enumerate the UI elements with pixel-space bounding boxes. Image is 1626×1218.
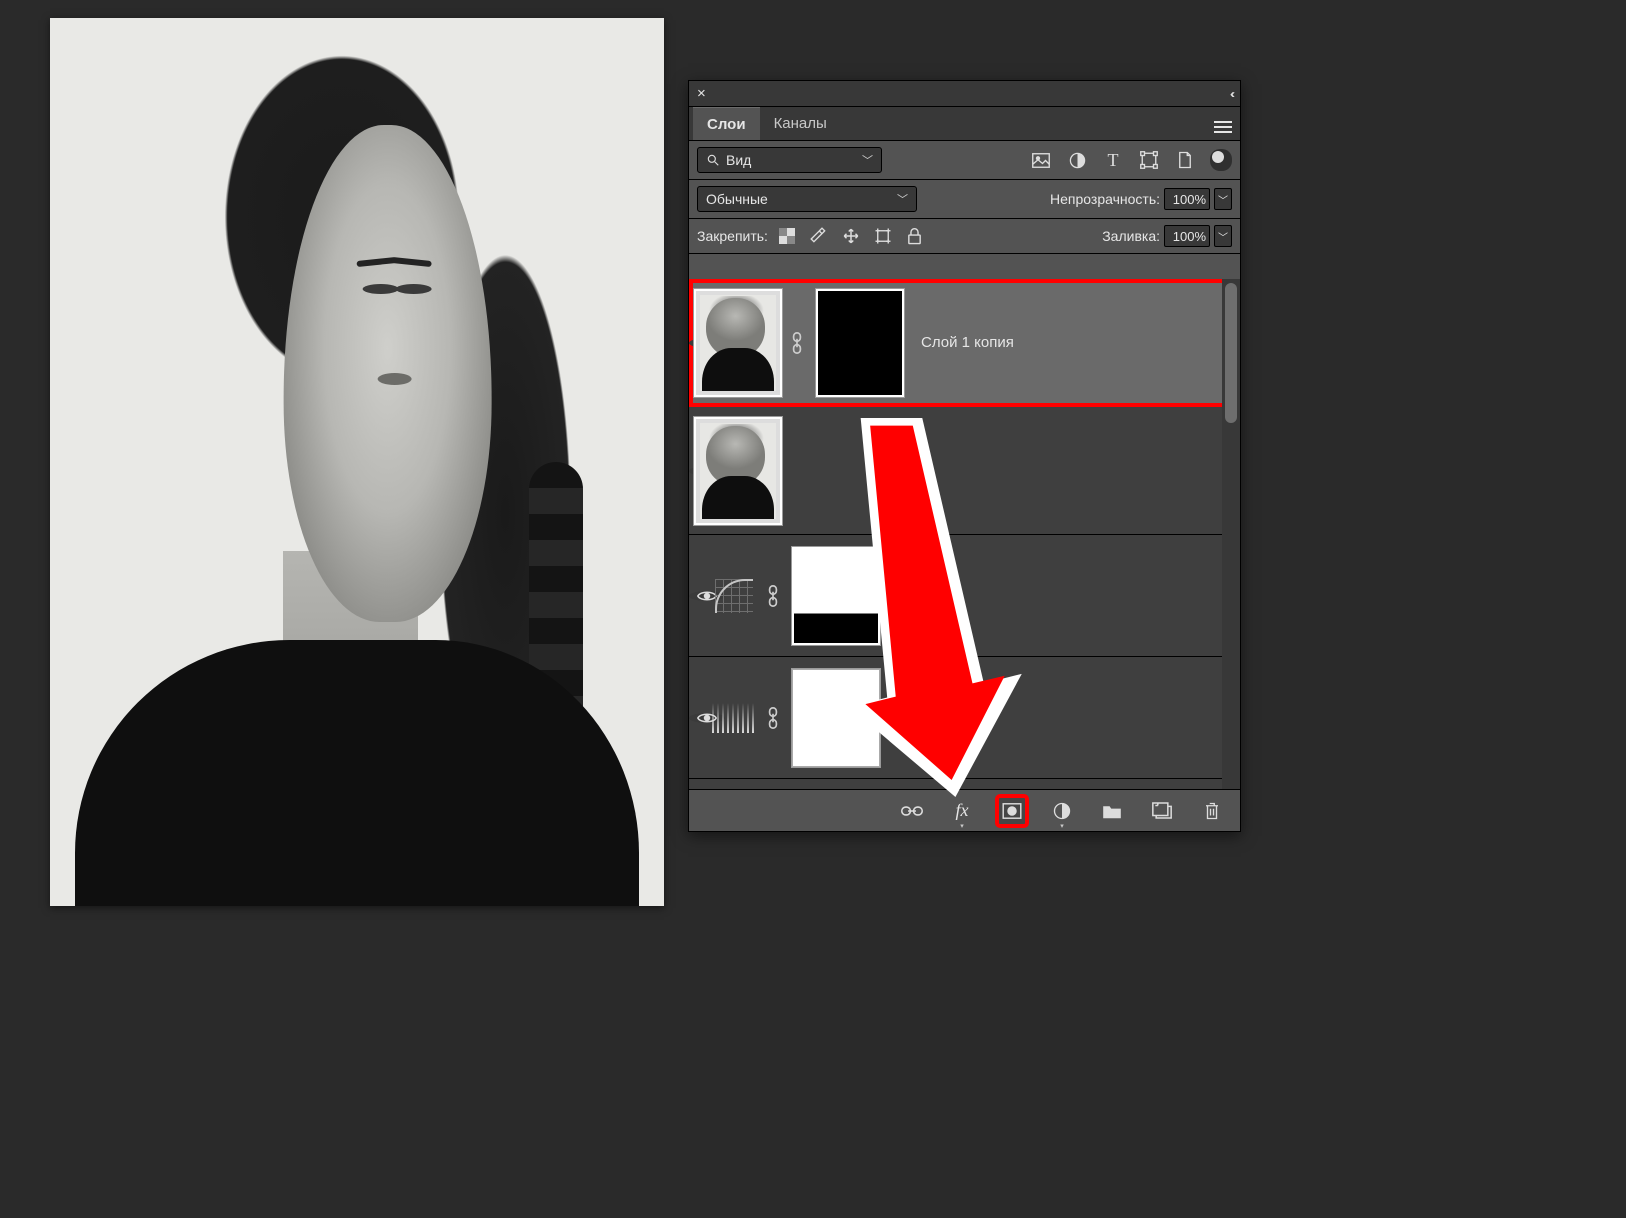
layer-name[interactable]: Слой 1 копия xyxy=(921,334,1014,351)
levels-icon[interactable] xyxy=(709,698,759,738)
layers-panel: × ‹‹ Слои Каналы Вид ﹀ T Обычные ﹀ xyxy=(688,80,1241,832)
layer-thumbnail[interactable] xyxy=(693,416,783,526)
link-icon[interactable] xyxy=(783,332,811,354)
fill-input[interactable] xyxy=(1164,225,1210,247)
link-icon[interactable] xyxy=(759,707,787,729)
scrollbar[interactable] xyxy=(1222,279,1240,789)
curves-icon[interactable] xyxy=(709,576,759,616)
filter-adjust-icon[interactable] xyxy=(1066,149,1088,171)
portrait-placeholder xyxy=(50,18,664,906)
layer-row-adjustment[interactable]: Уровни 1 xyxy=(689,657,1240,779)
opacity-label: Непрозрачность: xyxy=(1050,191,1160,207)
filter-pixel-icon[interactable] xyxy=(1030,149,1052,171)
panel-menu-icon[interactable] xyxy=(1214,115,1232,133)
opacity-input[interactable] xyxy=(1164,188,1210,210)
fill-stepper[interactable]: ﹀ xyxy=(1214,225,1232,247)
close-icon[interactable]: × xyxy=(697,85,706,102)
layer-mask-thumbnail[interactable] xyxy=(791,668,881,768)
filter-shape-icon[interactable] xyxy=(1138,149,1160,171)
scrollbar-thumb[interactable] xyxy=(1225,283,1237,423)
layers-list: Слой 1 копия ивые 2 Уровни 1 xyxy=(689,279,1240,789)
add-layer-button[interactable] xyxy=(1148,797,1176,825)
collapse-icon[interactable]: ‹‹ xyxy=(1230,87,1232,101)
layers-bottom-bar: fx▾ ▾ xyxy=(689,789,1240,831)
layer-mask-thumbnail[interactable] xyxy=(791,546,881,646)
add-group-button[interactable] xyxy=(1098,797,1126,825)
lock-row: Закрепить: Заливка: ﹀ xyxy=(689,219,1240,254)
canvas-image xyxy=(50,18,664,906)
lock-transparency-icon[interactable] xyxy=(776,227,798,245)
chevron-down-icon: ﹀ xyxy=(862,152,873,168)
filter-kind-label: Вид xyxy=(726,152,751,168)
chevron-down-icon: ▾ xyxy=(960,822,964,830)
tab-channels[interactable]: Каналы xyxy=(760,107,841,140)
filter-toggle[interactable] xyxy=(1210,149,1232,171)
blend-mode-label: Обычные xyxy=(706,191,768,207)
add-adjustment-button[interactable]: ▾ xyxy=(1048,797,1076,825)
fill-label: Заливка: xyxy=(1102,228,1160,244)
delete-layer-button[interactable] xyxy=(1198,797,1226,825)
link-icon[interactable] xyxy=(759,585,787,607)
filter-type-icon[interactable]: T xyxy=(1102,149,1124,171)
lock-all-icon[interactable] xyxy=(904,227,926,245)
tab-layers[interactable]: Слои xyxy=(693,107,760,140)
blend-mode-select[interactable]: Обычные ﹀ xyxy=(697,186,917,212)
chevron-down-icon: ▾ xyxy=(1060,822,1064,830)
filter-kind-select[interactable]: Вид ﹀ xyxy=(697,147,882,173)
lock-pixels-icon[interactable] xyxy=(808,227,830,245)
blend-row: Обычные ﹀ Непрозрачность: ﹀ xyxy=(689,180,1240,219)
filter-row: Вид ﹀ T xyxy=(689,141,1240,180)
layer-name[interactable]: Уровни 1 xyxy=(897,709,960,726)
layer-name[interactable]: ивые 2 xyxy=(897,587,945,604)
chevron-down-icon: ﹀ xyxy=(897,191,908,207)
add-mask-button[interactable] xyxy=(998,797,1026,825)
fx-button[interactable]: fx▾ xyxy=(948,797,976,825)
layer-row-selected[interactable]: Слой 1 копия xyxy=(689,279,1240,407)
lock-position-icon[interactable] xyxy=(840,227,862,245)
layer-row-adjustment[interactable]: ивые 2 xyxy=(689,535,1240,657)
layer-mask-thumbnail[interactable] xyxy=(815,288,905,398)
layer-thumbnail[interactable] xyxy=(693,288,783,398)
opacity-stepper[interactable]: ﹀ xyxy=(1214,188,1232,210)
lock-artboard-icon[interactable] xyxy=(872,227,894,245)
filter-smart-icon[interactable] xyxy=(1174,149,1196,171)
lock-label: Закрепить: xyxy=(697,228,768,244)
layer-row[interactable] xyxy=(689,407,1240,535)
link-layers-button[interactable] xyxy=(898,797,926,825)
